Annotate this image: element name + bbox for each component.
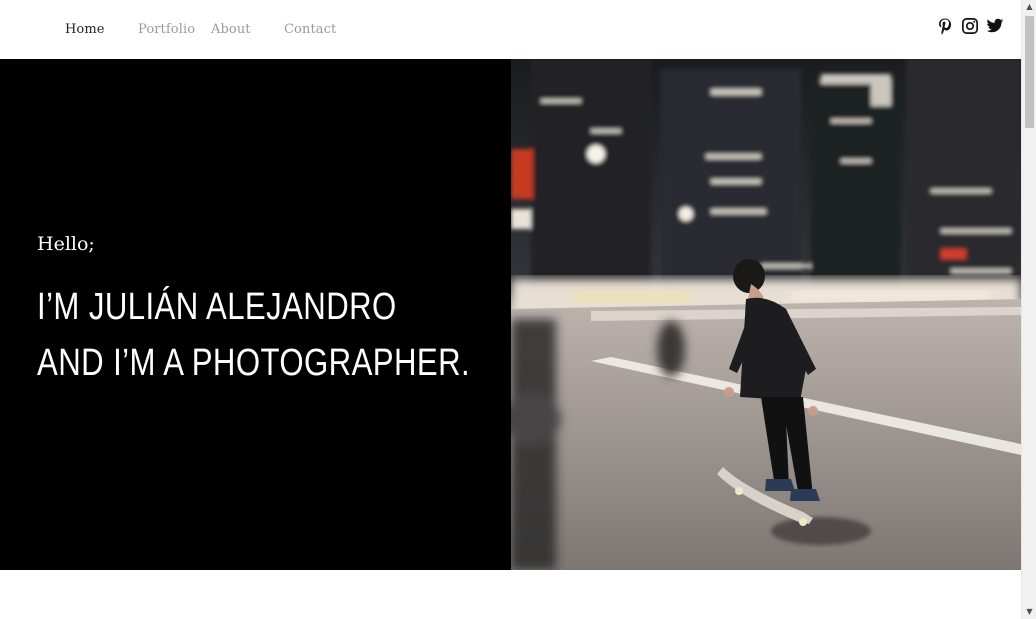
nav-portfolio-link[interactable]: Portfolio	[138, 22, 195, 37]
nav-home-link[interactable]: Home	[65, 22, 105, 37]
scroll-down-arrow-icon[interactable]: ▼	[1022, 605, 1036, 619]
twitter-icon[interactable]	[986, 17, 1004, 35]
site-header: Home Portfolio About Contact	[0, 0, 1021, 59]
hero-text-panel: Hello; I’M JULIÁN ALEJANDRO AND I’M A PH…	[0, 59, 511, 570]
instagram-icon[interactable]	[961, 17, 979, 35]
nav-about-link[interactable]: About	[211, 22, 251, 37]
scrollbar-thumb[interactable]	[1025, 16, 1034, 128]
page: Home Portfolio About Contact Hello; I’M …	[0, 0, 1021, 619]
nav-contact-link[interactable]: Contact	[284, 22, 336, 37]
hero-headline-line-1: I’M JULIÁN ALEJANDRO	[37, 286, 397, 328]
hero-section: Hello; I’M JULIÁN ALEJANDRO AND I’M A PH…	[0, 59, 1021, 570]
vertical-scrollbar[interactable]: ▲ ▼	[1021, 0, 1036, 619]
scroll-up-arrow-icon[interactable]: ▲	[1022, 0, 1036, 14]
hero-headline-line-2: AND I’M A PHOTOGRAPHER.	[37, 342, 471, 384]
hero-photo	[511, 59, 1021, 570]
pinterest-icon[interactable]	[936, 17, 954, 35]
hero-greeting: Hello;	[37, 233, 95, 255]
